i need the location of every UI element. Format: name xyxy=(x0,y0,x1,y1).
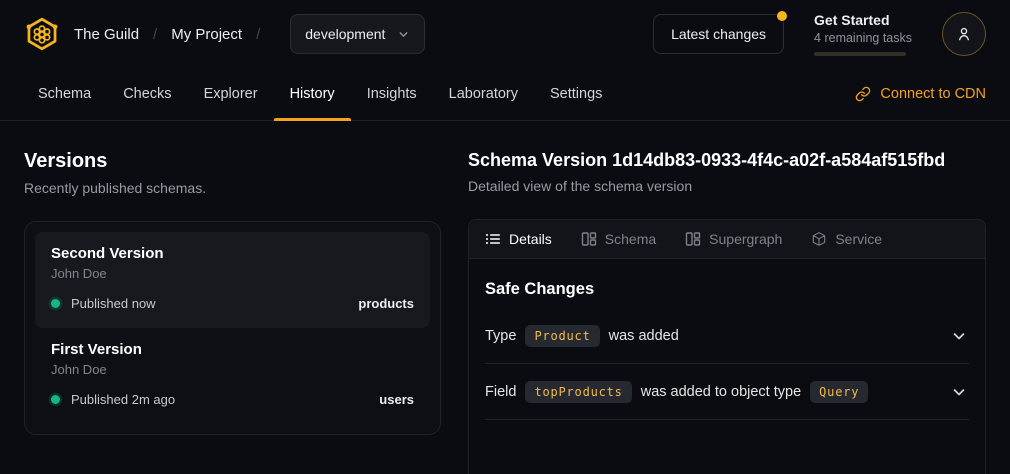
notification-dot xyxy=(777,11,787,21)
version-detail-section: Schema Version 1d14db83-0933-4f4c-a02f-a… xyxy=(468,150,986,474)
connect-to-cdn-label: Connect to CDN xyxy=(880,86,986,102)
latest-changes-button[interactable]: Latest changes xyxy=(653,14,784,54)
versions-title: Versions xyxy=(24,150,441,173)
expand-chevron-icon[interactable] xyxy=(949,326,969,346)
published-label: Published 2m ago xyxy=(71,392,175,407)
user-avatar[interactable] xyxy=(942,12,986,56)
get-started-subtitle: 4 remaining tasks xyxy=(814,31,912,45)
change-text: Type xyxy=(485,328,516,344)
target-selector[interactable]: development xyxy=(290,14,425,54)
change-code-badge: Product xyxy=(525,325,599,347)
change-text: Field xyxy=(485,384,516,400)
main-nav: Schema Checks Explorer History Insights … xyxy=(0,68,1010,121)
user-icon xyxy=(954,24,974,44)
published-label: Published now xyxy=(71,296,156,311)
detail-tab-schema[interactable]: Schema xyxy=(581,231,656,247)
version-card-first[interactable]: First Version John Doe Published 2m ago … xyxy=(35,328,430,424)
detail-tab-supergraph[interactable]: Supergraph xyxy=(685,231,782,247)
change-text: was added to object type xyxy=(641,384,801,400)
change-row-type-added[interactable]: Type Product was added xyxy=(485,308,969,364)
breadcrumb-separator: / xyxy=(153,26,157,43)
service-name: users xyxy=(379,392,414,407)
version-name: Second Version xyxy=(51,245,414,262)
safe-changes-title: Safe Changes xyxy=(485,280,969,299)
change-code-badge: topProducts xyxy=(525,381,631,403)
versions-subtitle: Recently published schemas. xyxy=(24,180,441,196)
detail-tab-label: Details xyxy=(509,231,552,247)
breadcrumb: The Guild / My Project / development xyxy=(24,14,425,54)
version-detail-panel: Details Schema xyxy=(468,219,986,474)
tab-schema[interactable]: Schema xyxy=(22,68,107,120)
get-started-progress xyxy=(814,52,906,56)
header-actions: Latest changes Get Started 4 remaining t… xyxy=(653,12,986,56)
change-text: was added xyxy=(609,328,679,344)
list-icon xyxy=(485,231,501,247)
link-icon xyxy=(855,86,871,102)
tab-insights[interactable]: Insights xyxy=(351,68,433,120)
get-started-title: Get Started xyxy=(814,12,912,28)
version-author: John Doe xyxy=(51,362,414,377)
main-content: Versions Recently published schemas. Sec… xyxy=(0,121,1010,474)
version-card-second[interactable]: Second Version John Doe Published now pr… xyxy=(35,232,430,328)
connect-to-cdn-link[interactable]: Connect to CDN xyxy=(855,68,986,120)
expand-chevron-icon[interactable] xyxy=(949,382,969,402)
breadcrumb-separator: / xyxy=(256,26,260,43)
published-status-icon xyxy=(51,299,60,308)
latest-changes-label: Latest changes xyxy=(671,26,766,42)
detail-content: Safe Changes Type Product was added Fiel… xyxy=(469,259,985,420)
version-meta: Published now products xyxy=(51,296,414,311)
version-author: John Doe xyxy=(51,266,414,281)
change-code-badge: Query xyxy=(810,381,868,403)
tab-history[interactable]: History xyxy=(274,68,351,120)
nav-tabs: Schema Checks Explorer History Insights … xyxy=(22,68,618,120)
breadcrumb-org[interactable]: The Guild xyxy=(74,26,139,43)
columns-icon xyxy=(581,231,597,247)
tab-laboratory[interactable]: Laboratory xyxy=(433,68,534,120)
detail-tab-label: Supergraph xyxy=(709,231,782,247)
target-selector-value: development xyxy=(305,26,385,42)
hive-logo-icon[interactable] xyxy=(24,16,60,52)
change-row-field-added[interactable]: Field topProducts was added to object ty… xyxy=(485,364,969,420)
cube-icon xyxy=(811,231,827,247)
tab-settings[interactable]: Settings xyxy=(534,68,618,120)
detail-tabs: Details Schema xyxy=(469,220,985,259)
published-status-icon xyxy=(51,395,60,404)
tab-explorer[interactable]: Explorer xyxy=(188,68,274,120)
version-detail-title: Schema Version 1d14db83-0933-4f4c-a02f-a… xyxy=(468,150,986,171)
detail-tab-service[interactable]: Service xyxy=(811,231,882,247)
versions-list: Second Version John Doe Published now pr… xyxy=(24,221,441,435)
detail-tab-label: Service xyxy=(835,231,882,247)
app-header: The Guild / My Project / development Lat… xyxy=(0,0,1010,68)
versions-section: Versions Recently published schemas. Sec… xyxy=(24,150,441,474)
detail-tab-label: Schema xyxy=(605,231,656,247)
version-detail-subtitle: Detailed view of the schema version xyxy=(468,178,986,194)
version-name: First Version xyxy=(51,341,414,358)
tab-checks[interactable]: Checks xyxy=(107,68,187,120)
detail-tab-details[interactable]: Details xyxy=(485,231,552,247)
get-started-widget[interactable]: Get Started 4 remaining tasks xyxy=(814,12,912,56)
breadcrumb-project[interactable]: My Project xyxy=(171,26,242,43)
version-meta: Published 2m ago users xyxy=(51,392,414,407)
service-name: products xyxy=(358,296,414,311)
chevron-down-icon xyxy=(397,28,410,41)
columns-icon xyxy=(685,231,701,247)
